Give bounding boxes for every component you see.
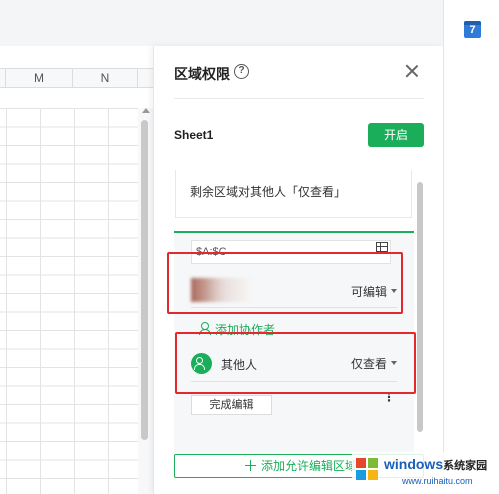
watermark-brand-en: windows xyxy=(384,456,444,472)
watermark-brand: windows系统家园 xyxy=(384,456,487,473)
close-icon[interactable] xyxy=(405,64,419,78)
windows-logo-icon xyxy=(356,458,380,482)
help-icon[interactable]: ? xyxy=(234,64,249,79)
select-range-icon[interactable] xyxy=(376,242,388,252)
toolbar-strip xyxy=(0,0,443,46)
panel-scrollbar-thumb[interactable] xyxy=(417,182,423,432)
rest-area-permission-text: 剩余区域对其他人「仅查看」 xyxy=(190,185,347,199)
calendar-icon[interactable]: 7 xyxy=(464,21,481,38)
column-header-row: M N xyxy=(0,68,153,88)
annotation-highlight-collaborator xyxy=(167,252,403,314)
sheet-name: Sheet1 xyxy=(174,128,214,142)
permission-scroll-area: 剩余区域对其他人「仅查看」 $A:$C 可编辑 添加协作者 其他人 仅查看 完成… xyxy=(174,170,414,470)
right-side-bar xyxy=(443,0,499,494)
panel-title: 区域权限 xyxy=(174,67,230,83)
sheet-vertical-scrollbar[interactable] xyxy=(138,108,153,494)
cell-grid[interactable] xyxy=(0,108,138,494)
enable-button[interactable]: 开启 xyxy=(368,123,424,147)
rest-area-card: 剩余区域对其他人「仅查看」 xyxy=(175,170,412,218)
column-header-m[interactable]: M xyxy=(6,69,73,88)
done-editing-button[interactable]: 完成编辑 xyxy=(191,395,272,415)
scrollbar-thumb[interactable] xyxy=(141,120,148,440)
plus-icon xyxy=(245,460,256,471)
add-editable-area-label: 添加允许编辑区域 xyxy=(261,459,358,473)
spreadsheet-grid: M N xyxy=(0,46,153,494)
more-options-icon[interactable]: ⋮ xyxy=(383,391,395,409)
divider xyxy=(174,98,424,99)
watermark: windows系统家园 www.ruihaitu.com xyxy=(352,452,499,494)
column-header-n[interactable]: N xyxy=(73,69,138,88)
scroll-up-arrow-icon[interactable] xyxy=(142,108,150,113)
annotation-highlight-others xyxy=(175,332,416,394)
watermark-url: www.ruihaitu.com xyxy=(402,476,473,486)
watermark-brand-cn: 系统家园 xyxy=(443,460,488,472)
